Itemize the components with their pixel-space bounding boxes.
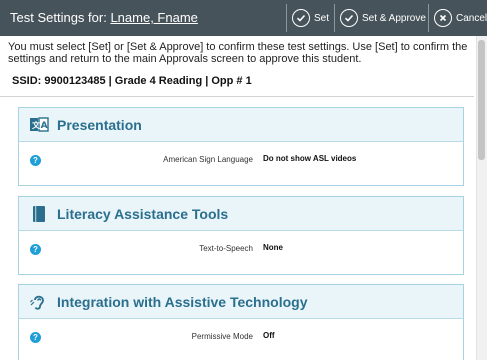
setting-label: American Sign Language bbox=[163, 155, 253, 164]
student-name-link[interactable]: Lname, Fname bbox=[110, 10, 197, 25]
page-title: Test Settings for: Lname, Fname bbox=[10, 10, 198, 25]
setting-label: Permissive Mode bbox=[191, 332, 253, 341]
svg-text:A: A bbox=[41, 121, 48, 131]
set-button[interactable]: Set bbox=[286, 4, 334, 32]
scrollbar-thumb[interactable] bbox=[478, 40, 485, 160]
panel-title: Presentation bbox=[57, 116, 142, 133]
set-button-label: Set bbox=[314, 12, 330, 24]
panel-header: Integration with Assistive Technology bbox=[19, 285, 463, 319]
set-and-approve-button[interactable]: Set & Approve bbox=[334, 4, 428, 32]
setting-row: ? Text-to-Speech None bbox=[19, 231, 463, 269]
setting-label: Text-to-Speech bbox=[199, 244, 253, 253]
panel-title: Integration with Assistive Technology bbox=[57, 293, 308, 310]
help-icon[interactable]: ? bbox=[30, 244, 41, 255]
close-circle-icon bbox=[434, 9, 452, 27]
setting-row: ? Permissive Mode Off bbox=[19, 319, 463, 357]
panel-title: Literacy Assistance Tools bbox=[57, 205, 229, 222]
divider bbox=[0, 96, 474, 97]
ear-icon bbox=[29, 292, 49, 312]
assistive-technology-panel: Integration with Assistive Technology ? … bbox=[18, 284, 464, 360]
presentation-icon: 文 A bbox=[29, 115, 49, 135]
cancel-button-label: Cancel bbox=[456, 12, 487, 24]
title-prefix: Test Settings for: bbox=[10, 10, 107, 25]
check-circle-icon bbox=[340, 9, 358, 27]
setting-value: Off bbox=[263, 331, 275, 340]
setting-value: Do not show ASL videos bbox=[263, 154, 357, 163]
presentation-panel: 文 A Presentation ? American Sign Languag… bbox=[18, 107, 464, 186]
set-and-approve-button-label: Set & Approve bbox=[362, 12, 426, 24]
instructions-text: You must select [Set] or [Set & Approve]… bbox=[8, 41, 468, 65]
panel-header: 文 A Presentation bbox=[19, 108, 463, 142]
title-bar: Test Settings for: Lname, Fname Set Set … bbox=[0, 0, 487, 36]
literacy-assistance-panel: Literacy Assistance Tools ? Text-to-Spee… bbox=[18, 196, 464, 275]
help-icon[interactable]: ? bbox=[30, 155, 41, 166]
help-icon[interactable]: ? bbox=[30, 332, 41, 343]
book-icon bbox=[29, 204, 49, 224]
setting-row: ? American Sign Language Do not show ASL… bbox=[19, 142, 463, 180]
student-info-line: SSID: 9900123485 | Grade 4 Reading | Opp… bbox=[12, 75, 252, 87]
panel-header: Literacy Assistance Tools bbox=[19, 197, 463, 231]
setting-value: None bbox=[263, 243, 283, 252]
check-circle-icon bbox=[292, 9, 310, 27]
cancel-button[interactable]: Cancel bbox=[428, 4, 487, 32]
